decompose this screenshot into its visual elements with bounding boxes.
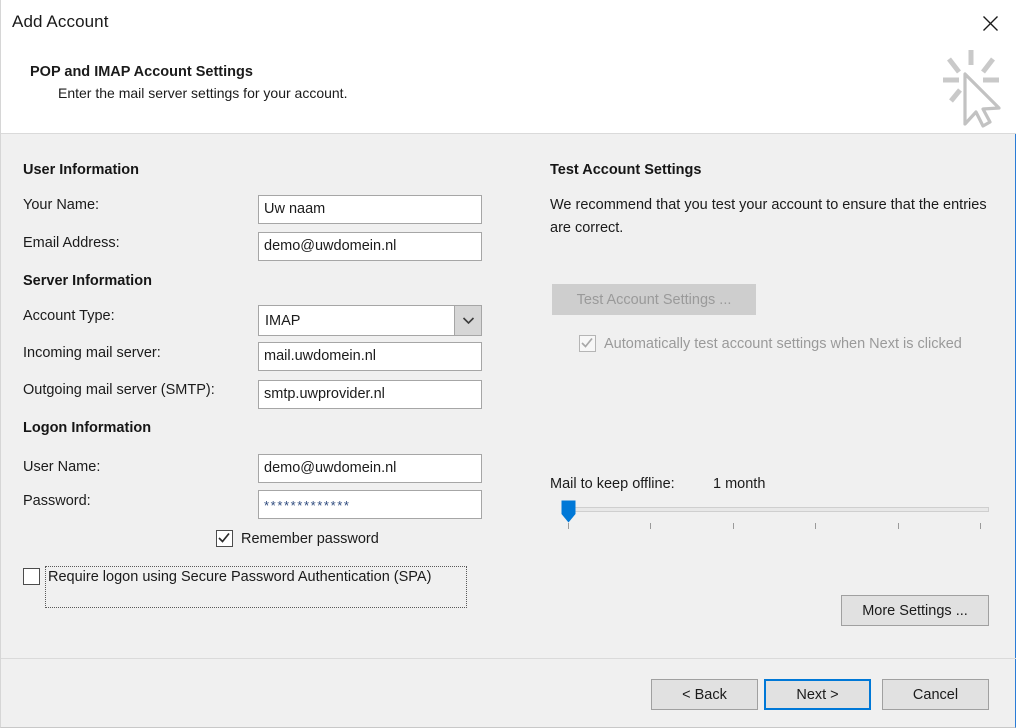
page-subtitle: Enter the mail server settings for your … — [58, 85, 348, 101]
label-account-type: Account Type: — [23, 308, 115, 324]
slider-tick — [650, 523, 651, 529]
checkbox-box-remember-password[interactable] — [216, 530, 233, 547]
wizard-cursor-sparkle-icon — [935, 48, 1007, 128]
group-title-server-information: Server Information — [23, 273, 152, 289]
slider-tick — [898, 523, 899, 529]
page-title: POP and IMAP Account Settings — [30, 64, 253, 80]
title-bar: Add Account — [1, 0, 1016, 46]
slider-tick — [815, 523, 816, 529]
footer-divider — [1, 658, 1016, 659]
close-button[interactable] — [967, 6, 1013, 40]
label-incoming-mail-server: Incoming mail server: — [23, 345, 161, 361]
checkbox-box-auto-test[interactable] — [579, 335, 596, 352]
group-title-logon-information: Logon Information — [23, 420, 152, 436]
chevron-down-icon[interactable] — [454, 306, 481, 335]
remember-password-checkbox[interactable]: Remember password — [216, 530, 379, 548]
group-title-user-information: User Information — [23, 162, 140, 178]
next-button[interactable]: Next > — [764, 679, 871, 710]
checkbox-box-require-spa[interactable] — [23, 568, 40, 585]
account-type-value: IMAP — [265, 312, 301, 329]
slider-tick — [733, 523, 734, 529]
auto-test-checkbox[interactable]: Automatically test account settings when… — [579, 335, 979, 353]
group-title-test-account-settings: Test Account Settings — [550, 162, 702, 178]
user-name-input[interactable]: demo@uwdomein.nl — [258, 454, 482, 483]
incoming-mail-server-input[interactable]: mail.uwdomein.nl — [258, 342, 482, 371]
label-user-name: User Name: — [23, 459, 101, 475]
outgoing-mail-server-input[interactable]: smtp.uwprovider.nl — [258, 380, 482, 409]
email-address-input[interactable]: demo@uwdomein.nl — [258, 232, 482, 261]
window-title: Add Account — [12, 12, 109, 31]
slider-track[interactable] — [563, 507, 989, 512]
test-account-settings-button[interactable]: Test Account Settings ... — [552, 284, 756, 315]
test-account-description: We recommend that you test your account … — [550, 197, 987, 236]
more-settings-button[interactable]: More Settings ... — [841, 595, 989, 626]
password-input[interactable]: ************* — [258, 490, 482, 519]
require-spa-focus-indicator — [45, 566, 467, 608]
wizard-header: POP and IMAP Account Settings Enter the … — [1, 46, 1016, 133]
auto-test-label: Automatically test account settings when… — [604, 336, 962, 352]
add-account-dialog: Add Account POP and IMAP Account Setting… — [0, 0, 1016, 728]
slider-tick — [980, 523, 981, 529]
back-button[interactable]: < Back — [651, 679, 758, 710]
label-email-address: Email Address: — [23, 235, 120, 251]
slider-tick — [568, 523, 569, 529]
label-outgoing-mail-server: Outgoing mail server (SMTP): — [23, 382, 215, 398]
slider-thumb[interactable] — [561, 500, 576, 523]
header-divider — [1, 133, 1016, 134]
your-name-input[interactable]: Uw naam — [258, 195, 482, 224]
close-icon — [982, 15, 999, 32]
label-your-name: Your Name: — [23, 197, 100, 213]
remember-password-label: Remember password — [241, 531, 379, 547]
account-type-select[interactable]: IMAP — [258, 305, 482, 336]
label-password: Password: — [23, 493, 91, 509]
mail-offline-slider[interactable] — [552, 498, 991, 529]
offline-slider-label: Mail to keep offline: — [550, 476, 675, 492]
offline-slider-value: 1 month — [713, 476, 766, 492]
cancel-button[interactable]: Cancel — [882, 679, 989, 710]
